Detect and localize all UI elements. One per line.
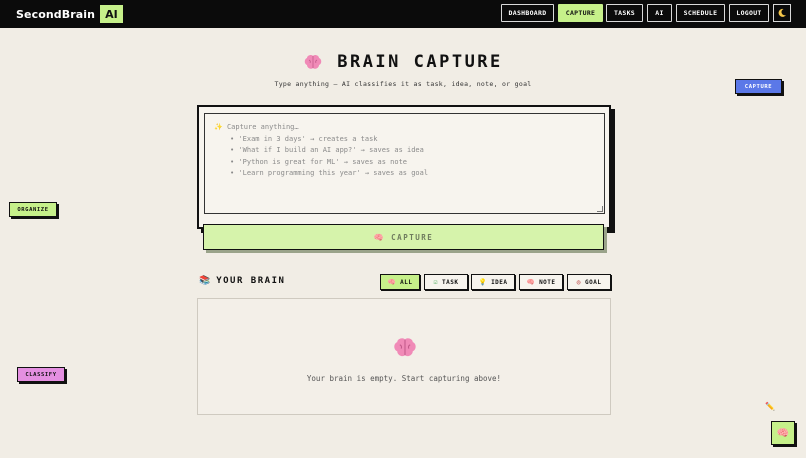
hero-title-row: BRAIN CAPTURE	[0, 52, 806, 72]
filter-task-button[interactable]: ☑ TASK	[424, 274, 468, 290]
fab-button[interactable]: 🧠	[771, 421, 795, 445]
floating-classify-tag: CLASSIFY	[17, 367, 65, 382]
capture-submit-label: CAPTURE	[391, 232, 434, 242]
filter-idea-button[interactable]: 💡 IDEA	[471, 274, 515, 290]
brain-icon	[394, 338, 416, 357]
brain-section-title: YOUR BRAIN	[216, 276, 286, 286]
page-title: BRAIN CAPTURE	[337, 52, 503, 72]
logo-badge: AI	[100, 5, 123, 23]
sparkle-icon: ✨	[214, 123, 223, 131]
capture-card: ✨ Capture anything… • 'Exam in 3 days' →…	[197, 105, 611, 229]
page-subtitle: Type anything — AI classifies it as task…	[274, 80, 532, 88]
logo-text: SecondBrain	[16, 7, 96, 21]
lightbulb-icon: 💡	[478, 278, 488, 286]
placeholder-line: ✨ Capture anything…	[214, 123, 299, 131]
nav-dashboard-button[interactable]: DASHBOARD	[501, 4, 554, 22]
nav-ai-button[interactable]: AI	[647, 4, 672, 22]
top-nav: SecondBrain AI DASHBOARD CAPTURE TASKS A…	[0, 0, 806, 28]
placeholder-line: • 'Exam in 3 days' → creates a task	[230, 134, 378, 143]
nav-tasks-button[interactable]: TASKS	[606, 4, 643, 22]
floating-organize-tag: ORGANIZE	[9, 202, 57, 217]
resize-handle[interactable]	[597, 206, 603, 212]
brain-icon: 🧠	[776, 427, 790, 439]
placeholder-line: • 'Python is great for ML' → saves as no…	[230, 157, 408, 166]
brain-icon: 🧠	[373, 232, 386, 242]
pencil-icon: ✏️	[765, 402, 775, 411]
brain-icon	[304, 54, 322, 69]
capture-textarea[interactable]: ✨ Capture anything… • 'Exam in 3 days' →…	[204, 113, 605, 214]
placeholder-line: • 'Learn programming this year' → saves …	[230, 169, 429, 177]
floating-capture-tag: CAPTURE	[735, 79, 782, 94]
brain-icon: 🧠	[387, 278, 397, 286]
moon-icon	[778, 8, 786, 17]
nav-schedule-button[interactable]: SCHEDULE	[676, 4, 725, 22]
capture-submit-button[interactable]: 🧠 CAPTURE	[203, 224, 604, 250]
brain-empty-state: Your brain is empty. Start capturing abo…	[197, 298, 611, 415]
filter-all-button[interactable]: 🧠 ALL	[380, 274, 420, 290]
empty-state-text: Your brain is empty. Start capturing abo…	[306, 374, 502, 383]
filter-note-button[interactable]: 🧠 NOTE	[519, 274, 563, 290]
nav-capture-button[interactable]: CAPTURE	[558, 4, 603, 22]
checkbox-icon: ☑	[433, 278, 438, 286]
books-icon: 📚	[199, 276, 211, 286]
brain-section-header: 📚 YOUR BRAIN	[199, 276, 285, 286]
placeholder-line: • 'What if I build an AI app?' → saves a…	[230, 146, 424, 154]
filter-goal-button[interactable]: ◎ GOAL	[567, 274, 611, 290]
brain-icon: 🧠	[526, 278, 536, 286]
nav-logout-button[interactable]: LOGOUT	[729, 4, 769, 22]
logo[interactable]: SecondBrain AI	[16, 5, 123, 23]
target-icon: ◎	[576, 278, 581, 286]
theme-toggle-button[interactable]	[773, 4, 791, 22]
